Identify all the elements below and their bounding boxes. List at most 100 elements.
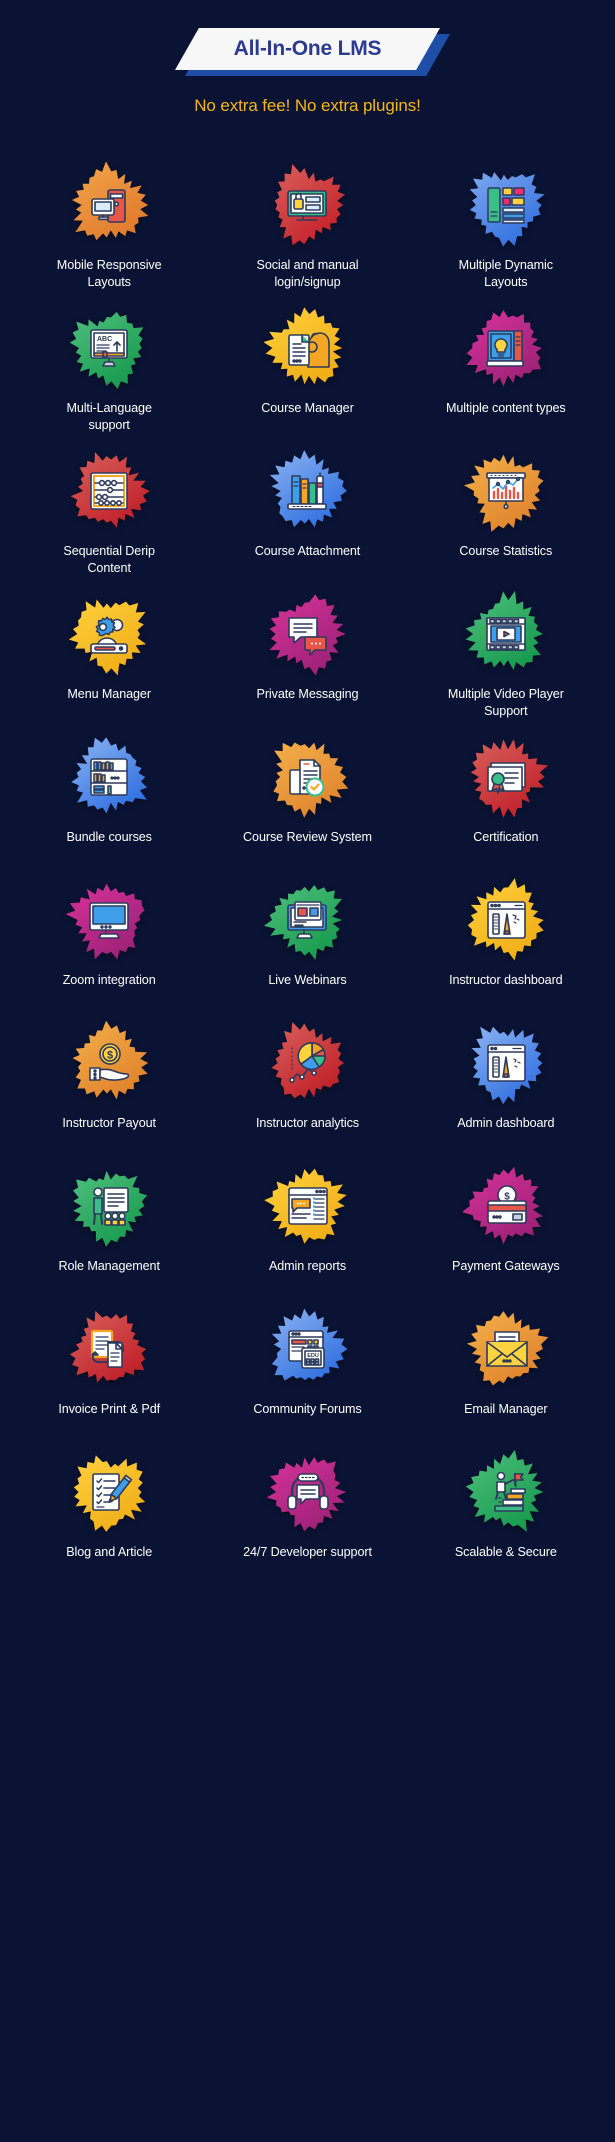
feature-label: Menu Manager — [67, 687, 151, 701]
feature-label: Instructor analytics — [255, 1116, 359, 1130]
feature-icon — [463, 734, 549, 820]
feature-label: 24/7 Developer support — [243, 1545, 372, 1559]
feature-label: Course Attachment — [254, 544, 361, 558]
feature-label: Instructor Payout — [62, 1116, 156, 1130]
feature-item[interactable]: Multiple content types — [407, 303, 605, 446]
feature-icon — [463, 591, 549, 677]
monitor-zoom-icon — [86, 897, 132, 943]
feature-icon: ABC — [66, 305, 152, 391]
feature-item[interactable]: EDU Community Forums — [208, 1304, 406, 1447]
feature-icon — [264, 305, 350, 391]
promo-page: All-In-One LMS No extra fee! No extra pl… — [0, 0, 615, 2142]
feature-item[interactable]: Multiple Video Player Support — [407, 589, 605, 732]
feature-icon — [463, 448, 549, 534]
feature-item[interactable]: Private Messaging — [208, 589, 406, 732]
feature-label: Social and manual login/signup — [256, 258, 359, 289]
feature-item[interactable]: Course Statistics — [407, 446, 605, 589]
envelope-email-icon — [483, 1326, 529, 1372]
feature-label: Private Messaging — [256, 687, 359, 701]
feature-item[interactable]: $ Instructor Payout — [10, 1018, 208, 1161]
page-header: All-In-One LMS No extra fee! No extra pl… — [0, 0, 615, 116]
feature-item[interactable]: Menu Manager — [10, 589, 208, 732]
feature-item[interactable]: Admin reports — [208, 1161, 406, 1304]
feature-icon — [66, 448, 152, 534]
feature-item[interactable]: Course Manager — [208, 303, 406, 446]
feature-item[interactable]: 24/7 Developer support — [208, 1447, 406, 1590]
gear-menu-manager-icon — [86, 611, 132, 657]
bookshelf-attachment-icon — [284, 468, 330, 514]
bookshelf-bundle-icon — [86, 754, 132, 800]
dynamic-layouts-icon — [483, 182, 529, 228]
page-subtitle: No extra fee! No extra plugins! — [194, 96, 421, 115]
instructor-dashboard-icon — [483, 897, 529, 943]
feature-icon — [463, 305, 549, 391]
chat-bubbles-messaging-icon — [284, 611, 330, 657]
feature-icon — [66, 1449, 152, 1535]
feature-label: Course Manager — [261, 401, 354, 415]
svg-text:$: $ — [107, 1050, 113, 1062]
feature-item[interactable]: Multiple Dynamic Layouts — [407, 160, 605, 303]
report-document-icon — [284, 1183, 330, 1229]
chart-board-statistics-icon — [483, 468, 529, 514]
feature-icon — [264, 877, 350, 963]
feature-item[interactable]: $ Payment Gateways — [407, 1161, 605, 1304]
feature-item[interactable]: Zoom integration — [10, 875, 208, 1018]
feature-item[interactable]: Sequential Derip Content — [10, 446, 208, 589]
feature-label: Multiple Video Player Support — [447, 687, 564, 718]
film-video-player-icon — [483, 611, 529, 657]
mobile-responsive-layouts-icon — [86, 182, 132, 228]
abc-monitor-language-icon: ABC — [86, 325, 132, 371]
feature-label: Email Manager — [464, 1402, 548, 1416]
svg-text:ABC: ABC — [97, 336, 112, 343]
feature-label: Scalable & Secure — [454, 1545, 557, 1559]
feature-icon — [66, 162, 152, 248]
card-coin-payment-icon: $ — [483, 1183, 529, 1229]
banner: All-In-One LMS — [175, 28, 450, 76]
feature-item[interactable]: Bundle courses — [10, 732, 208, 875]
feature-icon — [66, 1163, 152, 1249]
feature-label: Payment Gateways — [452, 1259, 560, 1273]
feature-label: Admin reports — [268, 1259, 347, 1273]
feature-item[interactable]: Course Review System — [208, 732, 406, 875]
feature-label: Blog and Article — [66, 1545, 153, 1559]
feature-label: Community Forums — [253, 1402, 362, 1416]
feature-icon — [66, 734, 152, 820]
feature-label: Invoice Print & Pdf — [58, 1402, 161, 1416]
feature-item[interactable]: Instructor dashboard — [407, 875, 605, 1018]
feature-item[interactable]: Role Management — [10, 1161, 208, 1304]
feature-item[interactable]: Admin dashboard — [407, 1018, 605, 1161]
admin-dashboard-icon — [483, 1040, 529, 1086]
feature-label: Instructor dashboard — [449, 973, 563, 987]
feature-label: Multiple content types — [446, 401, 566, 415]
feature-icon — [66, 1306, 152, 1392]
feature-item[interactable]: Invoice Print & Pdf — [10, 1304, 208, 1447]
feature-item[interactable]: Blog and Article — [10, 1447, 208, 1590]
head-document-manager-icon — [284, 325, 331, 371]
feature-icon: $ — [462, 1163, 549, 1249]
feature-label: Course Review System — [243, 830, 372, 844]
feature-item[interactable]: Course Attachment — [208, 446, 406, 589]
feature-item[interactable]: Instructor analytics — [208, 1018, 406, 1161]
feature-icon — [66, 591, 152, 677]
certificate-ribbon-icon — [483, 754, 529, 800]
document-check-review-icon — [284, 754, 330, 800]
feature-label: Mobile Responsive Layouts — [56, 258, 162, 289]
feature-item[interactable]: Mobile Responsive Layouts — [10, 160, 208, 303]
feature-item[interactable]: Social and manual login/signup — [208, 160, 406, 303]
feature-label: Multiple Dynamic Layouts — [458, 258, 553, 289]
feature-item[interactable]: Email Manager — [407, 1304, 605, 1447]
page-title: All-In-One LMS — [233, 37, 382, 60]
feature-label: Bundle courses — [66, 830, 152, 844]
feature-icon — [264, 1449, 350, 1535]
feature-icon — [463, 162, 549, 248]
feature-item[interactable]: Live Webinars — [208, 875, 406, 1018]
feature-label: Role Management — [58, 1259, 160, 1273]
feature-icon — [264, 162, 350, 248]
invoice-print-pdf-icon — [86, 1326, 132, 1372]
abacus-sequential-icon — [86, 468, 132, 514]
feature-icon — [264, 448, 350, 534]
feature-icon — [264, 591, 350, 677]
feature-item[interactable]: Scalable & Secure — [407, 1447, 605, 1590]
feature-item[interactable]: Certification — [407, 732, 605, 875]
feature-item[interactable]: ABC Multi-Language support — [10, 303, 208, 446]
